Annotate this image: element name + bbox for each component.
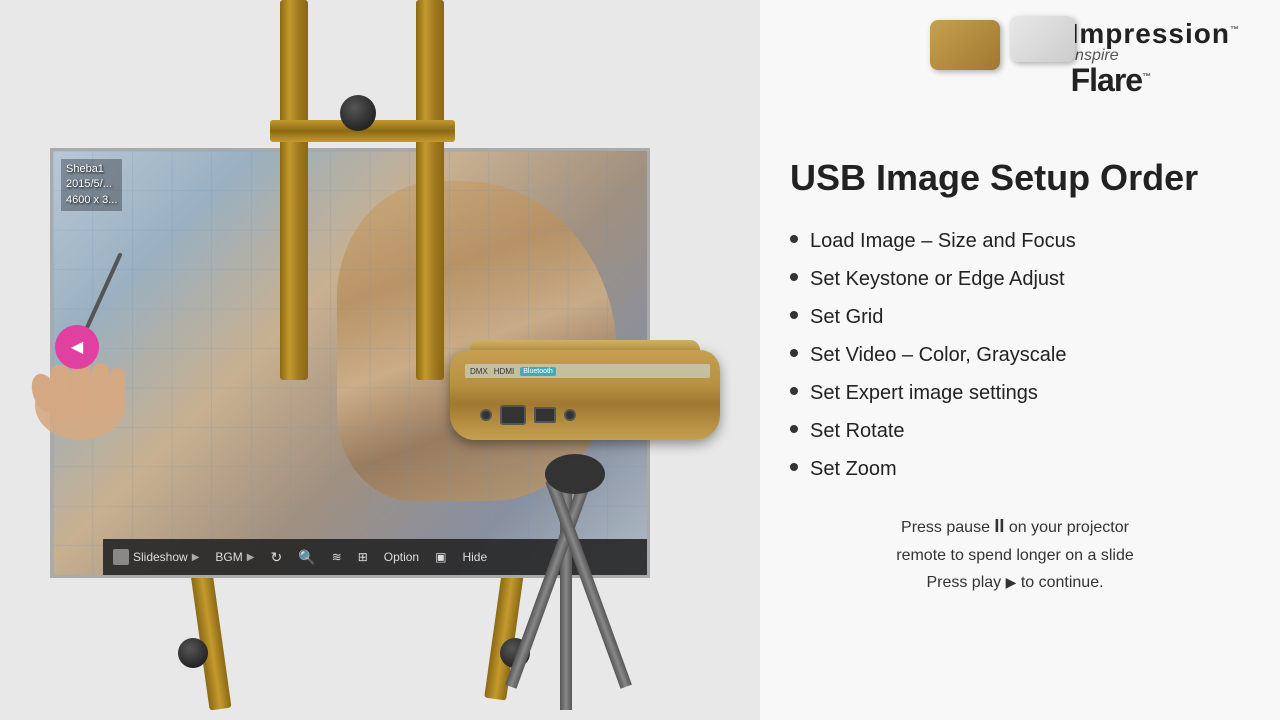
port-hdmi <box>534 407 556 423</box>
toolbar-display[interactable]: ⊞ <box>358 550 368 564</box>
projector-label-strip: DMX HDMI Bluetooth <box>465 364 710 378</box>
logo-area: Impression™ Inspire Flare™ <box>790 20 1240 96</box>
brand-flare: Flare™ <box>1071 64 1150 96</box>
bullet-list: Load Image – Size and Focus Set Keystone… <box>790 227 1240 483</box>
bullet-dot-3 <box>790 311 798 319</box>
screen-info: Sheba1 2015/5/... 4600 x 3... <box>61 159 122 211</box>
toolbar-effect[interactable]: ≋ <box>332 550 342 564</box>
list-item: Load Image – Size and Focus <box>790 227 1240 255</box>
easel-knob-bottom-left <box>178 638 208 668</box>
toolbar-hide[interactable]: Hide <box>462 550 487 564</box>
projector-label-text1: DMX <box>470 367 488 376</box>
toolbar-rotate[interactable]: ↻ <box>270 549 282 566</box>
port-usb <box>500 405 526 425</box>
projector-label-text2: HDMI <box>494 367 514 376</box>
logo-text: Impression™ Inspire Flare™ <box>1071 20 1240 96</box>
trademark2: ™ <box>1142 71 1150 81</box>
toolbar-zoom[interactable]: 🔍 <box>298 549 315 566</box>
right-panel: Impression™ Inspire Flare™ USB Image Set… <box>760 0 1280 720</box>
trademark1: ™ <box>1230 25 1240 35</box>
projector-body: DMX HDMI Bluetooth <box>450 350 720 440</box>
list-item: Set Expert image settings <box>790 379 1240 407</box>
bullet-dot-7 <box>790 463 798 471</box>
slideshow-icon <box>113 549 129 565</box>
projector-thumb-brown <box>930 20 1000 70</box>
easel-left-support <box>280 0 308 380</box>
port-power <box>480 409 492 421</box>
list-item: Set Grid <box>790 303 1240 331</box>
projector-thumbnails <box>930 20 1071 70</box>
toolbar-slideshow[interactable]: Slideshow ▶ <box>113 549 199 565</box>
list-item: Set Rotate <box>790 417 1240 445</box>
bluetooth-badge: Bluetooth <box>520 367 556 376</box>
list-item: Set Keystone or Edge Adjust <box>790 265 1240 293</box>
left-panel: Sheba1 2015/5/... 4600 x 3... Slideshow … <box>0 0 760 720</box>
easel-right-support <box>416 0 444 380</box>
play-icon: ▶ <box>1006 574 1017 590</box>
projector-device: DMX HDMI Bluetooth <box>450 340 730 460</box>
brand-name: Impression™ <box>1071 20 1240 48</box>
projector-thumb-white <box>1010 16 1075 62</box>
bullet-dot-4 <box>790 349 798 357</box>
bullet-dot-6 <box>790 425 798 433</box>
toolbar-option[interactable]: Option <box>384 550 419 564</box>
list-item: Set Video – Color, Grayscale <box>790 341 1240 369</box>
port-audio <box>564 409 576 421</box>
bullet-dot-5 <box>790 387 798 395</box>
toolbar-screen[interactable]: ▣ <box>435 550 446 564</box>
setup-title: USB Image Setup Order <box>790 156 1240 199</box>
pause-icon: II <box>994 516 1004 536</box>
list-item: Set Zoom <box>790 455 1240 483</box>
toolbar-bgm[interactable]: BGM ▶ <box>215 550 254 564</box>
bullet-dot-1 <box>790 235 798 243</box>
pause-note: Press pause II on your projector remote … <box>790 511 1240 596</box>
projector-ports <box>480 405 576 425</box>
easel-top-knob <box>340 95 376 131</box>
nav-prev-button[interactable] <box>55 325 99 369</box>
tripod-head <box>545 454 605 494</box>
bullet-dot-2 <box>790 273 798 281</box>
main-content: USB Image Setup Order Load Image – Size … <box>790 156 1240 700</box>
